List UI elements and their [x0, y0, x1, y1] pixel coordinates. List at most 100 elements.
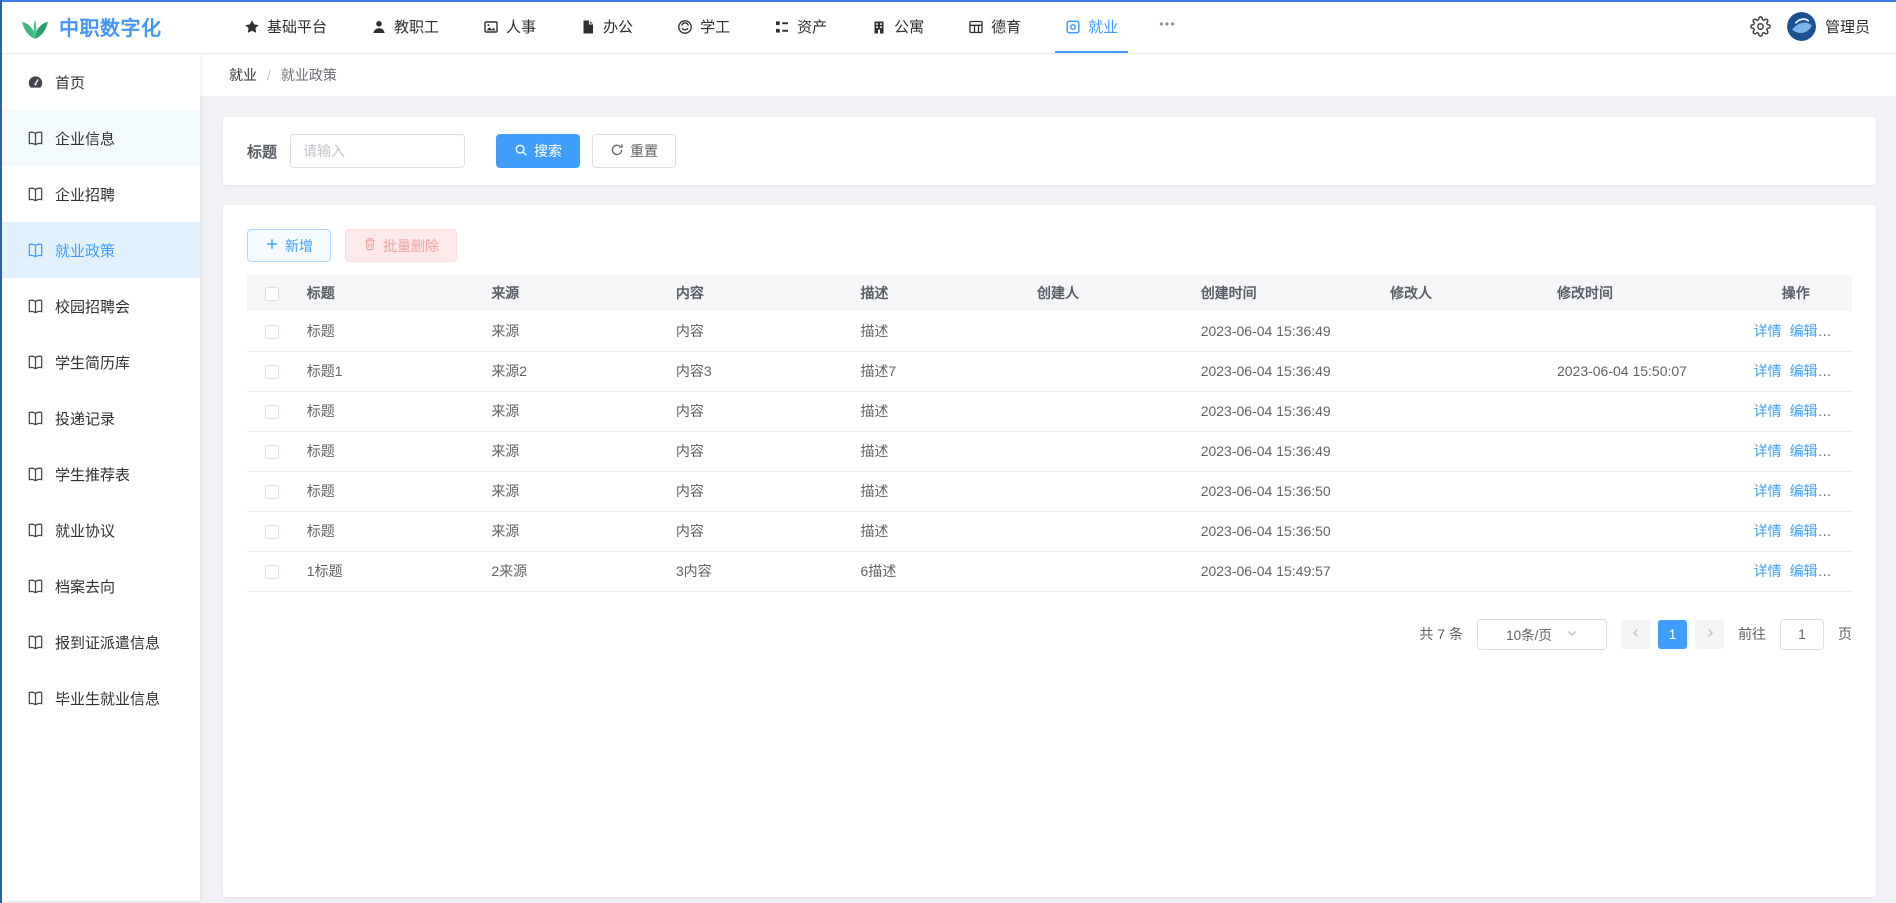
nav-item-3[interactable]: 人事	[461, 0, 558, 53]
breadcrumb-parent[interactable]: 就业	[229, 65, 257, 85]
detail-link[interactable]: 详情	[1754, 523, 1782, 539]
sidebar-item-8[interactable]: 学生推荐表	[0, 446, 200, 502]
search-panel: 标题 搜索 重置	[223, 117, 1876, 185]
cell-create_time: 2023-06-04 15:36:49	[1191, 351, 1380, 391]
row-actions-cell: 详情编辑删除	[1740, 431, 1852, 471]
nav-item-9[interactable]: 就业	[1043, 0, 1140, 53]
sidebar-item-3[interactable]: 企业招聘	[0, 166, 200, 222]
cell-modifier	[1380, 311, 1547, 351]
next-page-button[interactable]	[1695, 620, 1724, 649]
book-icon	[27, 298, 44, 315]
pagination: 共 7 条 10条/页	[247, 619, 1852, 650]
nav-item-label: 教职工	[394, 16, 439, 37]
sidebar-item-9[interactable]: 就业协议	[0, 502, 200, 558]
nav-item-label: 公寓	[894, 16, 924, 37]
nav-item-4[interactable]: 办公	[558, 0, 655, 53]
sidebar-item-4[interactable]: 就业政策	[0, 222, 200, 278]
sidebar-item-12[interactable]: 毕业生就业信息	[0, 670, 200, 726]
sidebar-item-1[interactable]: 首页	[0, 54, 200, 110]
app-logo[interactable]: 中职数字化	[20, 0, 204, 53]
detail-link[interactable]: 详情	[1754, 323, 1782, 339]
grid-icon	[968, 19, 984, 35]
edit-link[interactable]: 编辑	[1790, 323, 1818, 339]
page-size-select[interactable]: 10条/页	[1477, 619, 1607, 650]
cell-source: 来源	[481, 471, 666, 511]
user-menu[interactable]: 管理员	[1787, 12, 1870, 41]
star-icon	[244, 19, 260, 35]
detail-link[interactable]: 详情	[1754, 483, 1782, 499]
edit-link[interactable]: 编辑	[1790, 523, 1818, 539]
book-icon	[27, 690, 44, 707]
row-checkbox[interactable]	[265, 365, 279, 379]
row-checkbox-cell	[247, 551, 297, 591]
cell-creator	[1027, 351, 1191, 391]
detail-link[interactable]: 详情	[1754, 403, 1782, 419]
sidebar-item-11[interactable]: 报到证派遣信息	[0, 614, 200, 670]
title-search-input[interactable]	[290, 134, 465, 168]
search-button[interactable]: 搜索	[496, 134, 580, 168]
reset-button[interactable]: 重置	[592, 134, 676, 168]
column-header: 来源	[481, 275, 666, 311]
employment-icon	[1065, 19, 1081, 35]
row-checkbox-cell	[247, 391, 297, 431]
cell-source: 来源	[481, 511, 666, 551]
row-checkbox[interactable]	[265, 485, 279, 499]
edit-link[interactable]: 编辑	[1790, 443, 1818, 459]
settings-gear-icon[interactable]	[1750, 16, 1771, 37]
title-field-label: 标题	[247, 141, 277, 162]
cell-title: 1标题	[297, 551, 482, 591]
nav-item-7[interactable]: 公寓	[849, 0, 946, 53]
batch-delete-button[interactable]: 批量删除	[345, 229, 457, 262]
goto-page-input[interactable]	[1780, 619, 1824, 650]
page-content: 标题 搜索 重置	[200, 96, 1896, 901]
refresh-icon	[610, 143, 624, 160]
row-checkbox[interactable]	[265, 405, 279, 419]
nav-more-button[interactable]	[1140, 0, 1194, 53]
row-checkbox[interactable]	[265, 325, 279, 339]
detail-link[interactable]: 详情	[1754, 363, 1782, 379]
tree-list-icon	[774, 19, 790, 35]
nav-item-2[interactable]: 教职工	[349, 0, 461, 53]
chevron-right-icon	[1704, 627, 1716, 642]
select-all-checkbox[interactable]	[265, 287, 279, 301]
sidebar-item-6[interactable]: 学生简历库	[0, 334, 200, 390]
page-number-1[interactable]: 1	[1658, 620, 1687, 649]
topbar-right: 管理员	[1750, 0, 1870, 53]
breadcrumb-current: 就业政策	[281, 65, 337, 85]
book-icon	[27, 578, 44, 595]
row-checkbox-cell	[247, 471, 297, 511]
cell-description: 描述	[850, 471, 1027, 511]
sidebar-item-5[interactable]: 校园招聘会	[0, 278, 200, 334]
window-top-accent	[0, 0, 1896, 2]
cell-content: 内容	[666, 431, 851, 471]
nav-item-1[interactable]: 基础平台	[222, 0, 349, 53]
page-size-value: 10条/页	[1506, 624, 1552, 644]
row-checkbox[interactable]	[265, 565, 279, 579]
edit-link[interactable]: 编辑	[1790, 403, 1818, 419]
edit-link[interactable]: 编辑	[1790, 363, 1818, 379]
add-button[interactable]: 新增	[247, 229, 331, 262]
column-header: 创建时间	[1191, 275, 1380, 311]
sidebar-item-10[interactable]: 档案去向	[0, 558, 200, 614]
cell-content: 3内容	[666, 551, 851, 591]
nav-item-5[interactable]: 学工	[655, 0, 752, 53]
nav-item-6[interactable]: 资产	[752, 0, 849, 53]
sidebar-item-2[interactable]: 企业信息	[0, 110, 200, 166]
cell-modifier	[1380, 551, 1547, 591]
sidebar-item-7[interactable]: 投递记录	[0, 390, 200, 446]
edit-link[interactable]: 编辑	[1790, 483, 1818, 499]
detail-link[interactable]: 详情	[1754, 563, 1782, 579]
prev-page-button[interactable]	[1621, 620, 1650, 649]
row-checkbox[interactable]	[265, 445, 279, 459]
cell-modify_time	[1547, 431, 1740, 471]
breadcrumb: 就业 / 就业政策	[200, 54, 1896, 96]
table-body: 标题来源内容描述2023-06-04 15:36:49详情编辑删除标题1来源2内…	[247, 311, 1852, 591]
nav-item-8[interactable]: 德育	[946, 0, 1043, 53]
table-row-6: 标题来源内容描述2023-06-04 15:36:50详情编辑删除	[247, 511, 1852, 551]
cell-content: 内容	[666, 391, 851, 431]
sidebar-item-label: 企业招聘	[55, 184, 115, 205]
row-checkbox[interactable]	[265, 525, 279, 539]
detail-link[interactable]: 详情	[1754, 443, 1782, 459]
edit-link[interactable]: 编辑	[1790, 563, 1818, 579]
cell-source: 来源	[481, 431, 666, 471]
